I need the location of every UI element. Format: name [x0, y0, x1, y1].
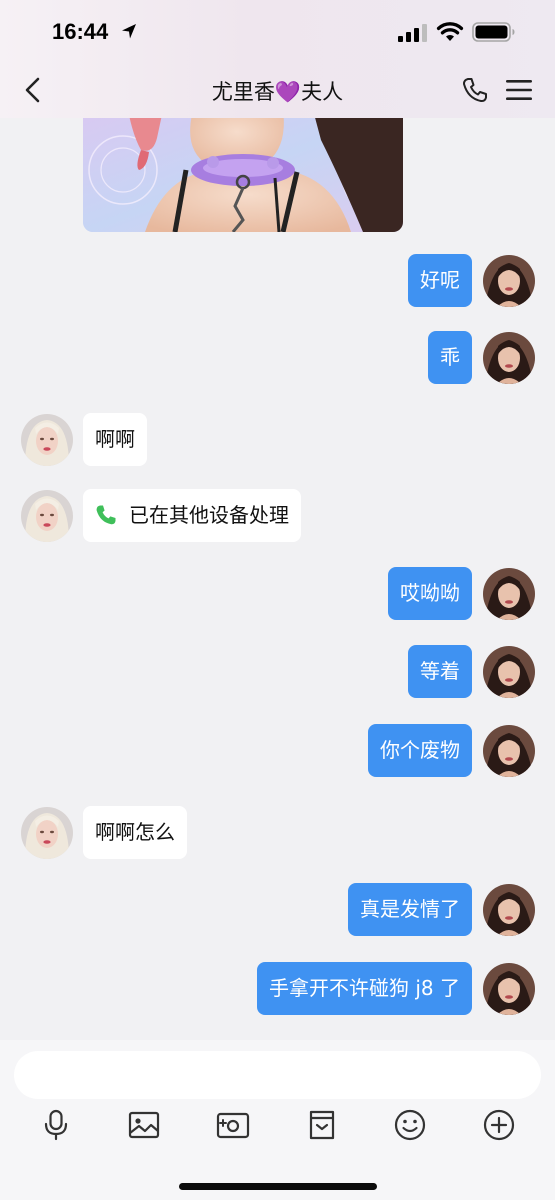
emoji-icon[interactable]	[393, 1108, 427, 1142]
outgoing-message-bubble[interactable]: 你个废物	[368, 724, 472, 777]
contact-avatar[interactable]	[21, 414, 73, 466]
my-avatar[interactable]	[483, 332, 535, 384]
my-avatar[interactable]	[483, 884, 535, 936]
battery-icon	[472, 22, 515, 42]
incoming-message-bubble[interactable]: 啊啊怎么	[83, 806, 187, 859]
my-avatar[interactable]	[483, 255, 535, 307]
status-bar: 16:44	[0, 0, 555, 62]
nav-bar: 尤里香💜夫人	[0, 62, 555, 118]
contact-avatar[interactable]	[21, 490, 73, 542]
outgoing-message-bubble[interactable]: 手拿开不许碰狗 j8 了	[257, 962, 472, 1015]
phone-call-icon[interactable]	[461, 76, 489, 104]
message-input[interactable]	[14, 1051, 541, 1099]
menu-icon[interactable]	[506, 78, 532, 102]
location-arrow-icon	[122, 24, 136, 39]
my-avatar[interactable]	[483, 725, 535, 777]
signal-icon	[398, 24, 427, 42]
outgoing-message-bubble[interactable]: 等着	[408, 645, 472, 698]
contact-avatar[interactable]	[21, 807, 73, 859]
incoming-message-bubble[interactable]: 啊啊	[83, 413, 147, 466]
header: 16:44 尤里香💜夫人	[0, 0, 555, 118]
message-list[interactable]: 好呢乖啊啊已在其他设备处理哎呦呦等着你个废物啊啊怎么真是发情了手拿开不许碰狗 j…	[0, 118, 555, 1040]
mic-icon[interactable]	[39, 1108, 73, 1142]
composer	[0, 1040, 555, 1200]
illustration-image	[83, 118, 403, 232]
outgoing-message-bubble[interactable]: 好呢	[408, 254, 472, 307]
call-record-bubble[interactable]: 已在其他设备处理	[83, 489, 301, 542]
outgoing-message-bubble[interactable]: 真是发情了	[348, 883, 472, 936]
home-indicator	[179, 1183, 377, 1190]
call-record-text: 已在其他设备处理	[129, 503, 289, 527]
image-icon[interactable]	[127, 1108, 161, 1142]
camera-icon[interactable]	[216, 1108, 250, 1142]
file-icon[interactable]	[305, 1108, 339, 1142]
my-avatar[interactable]	[483, 568, 535, 620]
status-time: 16:44	[52, 19, 109, 44]
phone-handset-icon	[96, 505, 116, 524]
outgoing-message-bubble[interactable]: 哎呦呦	[388, 567, 472, 620]
plus-icon[interactable]	[482, 1108, 516, 1142]
outgoing-message-bubble[interactable]: 乖	[428, 331, 472, 384]
wifi-icon	[436, 22, 464, 41]
my-avatar[interactable]	[483, 646, 535, 698]
image-message[interactable]	[83, 118, 403, 232]
my-avatar[interactable]	[483, 963, 535, 1015]
